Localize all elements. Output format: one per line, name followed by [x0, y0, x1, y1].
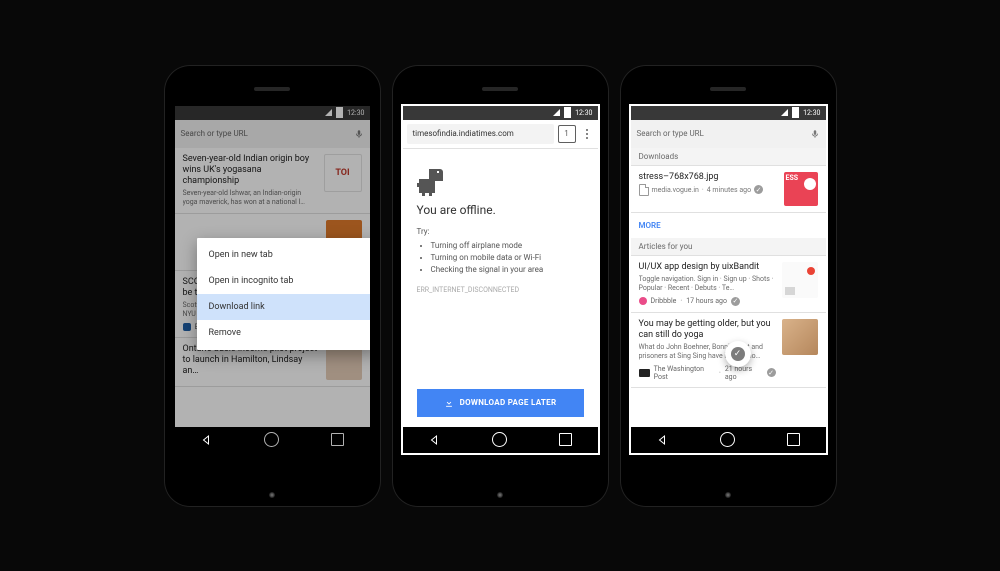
offline-page: You are offline. Try: Turning off airpla…: [403, 149, 598, 427]
check-icon: ✓: [731, 347, 745, 361]
download-subtitle: media.vogue.in · 4 minutes ago: [639, 184, 778, 196]
source-name: Dribbble: [651, 297, 677, 305]
phone-2: 12:30 timesofindia.indiatimes.com 1 Yo: [392, 65, 609, 507]
try-label: Try:: [417, 227, 584, 236]
offline-badge-icon: [767, 368, 776, 377]
source-icon: [639, 369, 650, 377]
offline-badge-icon: [754, 185, 763, 194]
phone-2-screen: 12:30 timesofindia.indiatimes.com 1 Yo: [403, 106, 598, 453]
soft-nav: [631, 427, 826, 453]
phone-3: 12:30 Search or type URL Downloads stres…: [620, 65, 837, 507]
omnibox[interactable]: Search or type URL: [631, 120, 826, 148]
download-title: stress–768x768.jpg: [639, 172, 778, 182]
ntp-content: Downloads stress–768x768.jpg media.vogue…: [631, 148, 826, 427]
try-item: Turning on mobile data or Wi-Fi: [431, 252, 584, 264]
article-desc: What do John Boehner, Bonnie Raitt and p…: [639, 343, 776, 361]
source-icon: [639, 297, 647, 305]
phone-3-screen: 12:30 Search or type URL Downloads stres…: [631, 106, 826, 453]
nav-recent-icon[interactable]: [787, 433, 800, 446]
menu-download-link[interactable]: Download link: [197, 294, 370, 320]
more-link[interactable]: MORE: [631, 213, 826, 238]
status-time: 12:30: [575, 109, 592, 117]
signal-icon: [781, 109, 788, 116]
article-thumb: [782, 262, 818, 298]
source-time: 17 hours ago: [686, 297, 727, 305]
download-later-button[interactable]: DOWNLOAD PAGE LATER: [417, 389, 584, 417]
articles-header: Articles for you: [631, 238, 826, 256]
download-progress-fab[interactable]: ✓: [725, 341, 751, 367]
nav-back-icon[interactable]: [428, 434, 440, 446]
download-source: media.vogue.in: [652, 186, 699, 194]
thumb-text: ESS: [786, 174, 799, 182]
status-time: 12:30: [803, 109, 820, 117]
status-bar: 12:30: [403, 106, 598, 120]
battery-icon: [564, 107, 571, 118]
downloads-header: Downloads: [631, 148, 826, 166]
download-later-label: DOWNLOAD PAGE LATER: [460, 398, 557, 407]
menu-remove[interactable]: Remove: [197, 320, 370, 346]
article-title: UI/UX app design by uixBandit: [639, 262, 776, 273]
try-item: Turning off airplane mode: [431, 240, 584, 252]
tab-switcher[interactable]: 1: [558, 125, 576, 143]
signal-icon: [553, 109, 560, 116]
omnibox-field[interactable]: Search or type URL: [637, 129, 804, 138]
context-menu: Open in new tab Open in incognito tab Do…: [197, 238, 370, 350]
nav-back-icon[interactable]: [200, 434, 212, 446]
article-title: You may be getting older, but you can st…: [639, 319, 776, 341]
source-name: The Washington Post: [654, 365, 715, 381]
nav-home-icon[interactable]: [492, 432, 507, 447]
article-thumb: [782, 319, 818, 355]
overflow-menu-icon[interactable]: [580, 129, 594, 139]
url-text: timesofindia.indiatimes.com: [413, 129, 514, 138]
status-bar: 12:30: [631, 106, 826, 120]
soft-nav: [403, 427, 598, 453]
error-code: ERR_INTERNET_DISCONNECTED: [417, 286, 584, 294]
article-card[interactable]: UI/UX app design by uixBandit Toggle nav…: [631, 256, 826, 313]
source-time: 21 hours ago: [725, 365, 763, 381]
download-time: 4 minutes ago: [707, 186, 751, 194]
page-icon: [639, 184, 649, 196]
phone-1: 12:30 Search or type URL Seven-year-old …: [164, 65, 381, 507]
try-item: Checking the signal in your area: [431, 264, 584, 276]
article-source: Dribbble · 17 hours ago: [639, 297, 776, 306]
menu-open-new-tab[interactable]: Open in new tab: [197, 242, 370, 268]
article-desc: Toggle navigation. Sign in · Sign up · S…: [639, 275, 776, 293]
article-source: The Washington Post · 21 hours ago: [639, 365, 776, 381]
nav-home-icon[interactable]: [720, 432, 735, 447]
url-field[interactable]: timesofindia.indiatimes.com: [407, 124, 554, 144]
nav-back-icon[interactable]: [656, 434, 668, 446]
phone-1-screen: 12:30 Search or type URL Seven-year-old …: [175, 106, 370, 453]
nav-recent-icon[interactable]: [559, 433, 572, 446]
download-icon: [444, 398, 454, 408]
tab-count: 1: [564, 129, 569, 138]
menu-open-incognito-tab[interactable]: Open in incognito tab: [197, 268, 370, 294]
phone-stage: 12:30 Search or type URL Seven-year-old …: [164, 65, 837, 507]
try-list: Turning off airplane mode Turning on mob…: [431, 240, 584, 276]
offline-headline: You are offline.: [417, 203, 584, 217]
dino-icon[interactable]: [417, 163, 445, 193]
download-thumb: ESS: [784, 172, 818, 206]
download-item[interactable]: stress–768x768.jpg media.vogue.in · 4 mi…: [631, 166, 826, 213]
battery-icon: [792, 107, 799, 118]
url-bar: timesofindia.indiatimes.com 1: [403, 120, 598, 149]
offline-badge-icon: [731, 297, 740, 306]
mic-icon[interactable]: [810, 128, 820, 140]
